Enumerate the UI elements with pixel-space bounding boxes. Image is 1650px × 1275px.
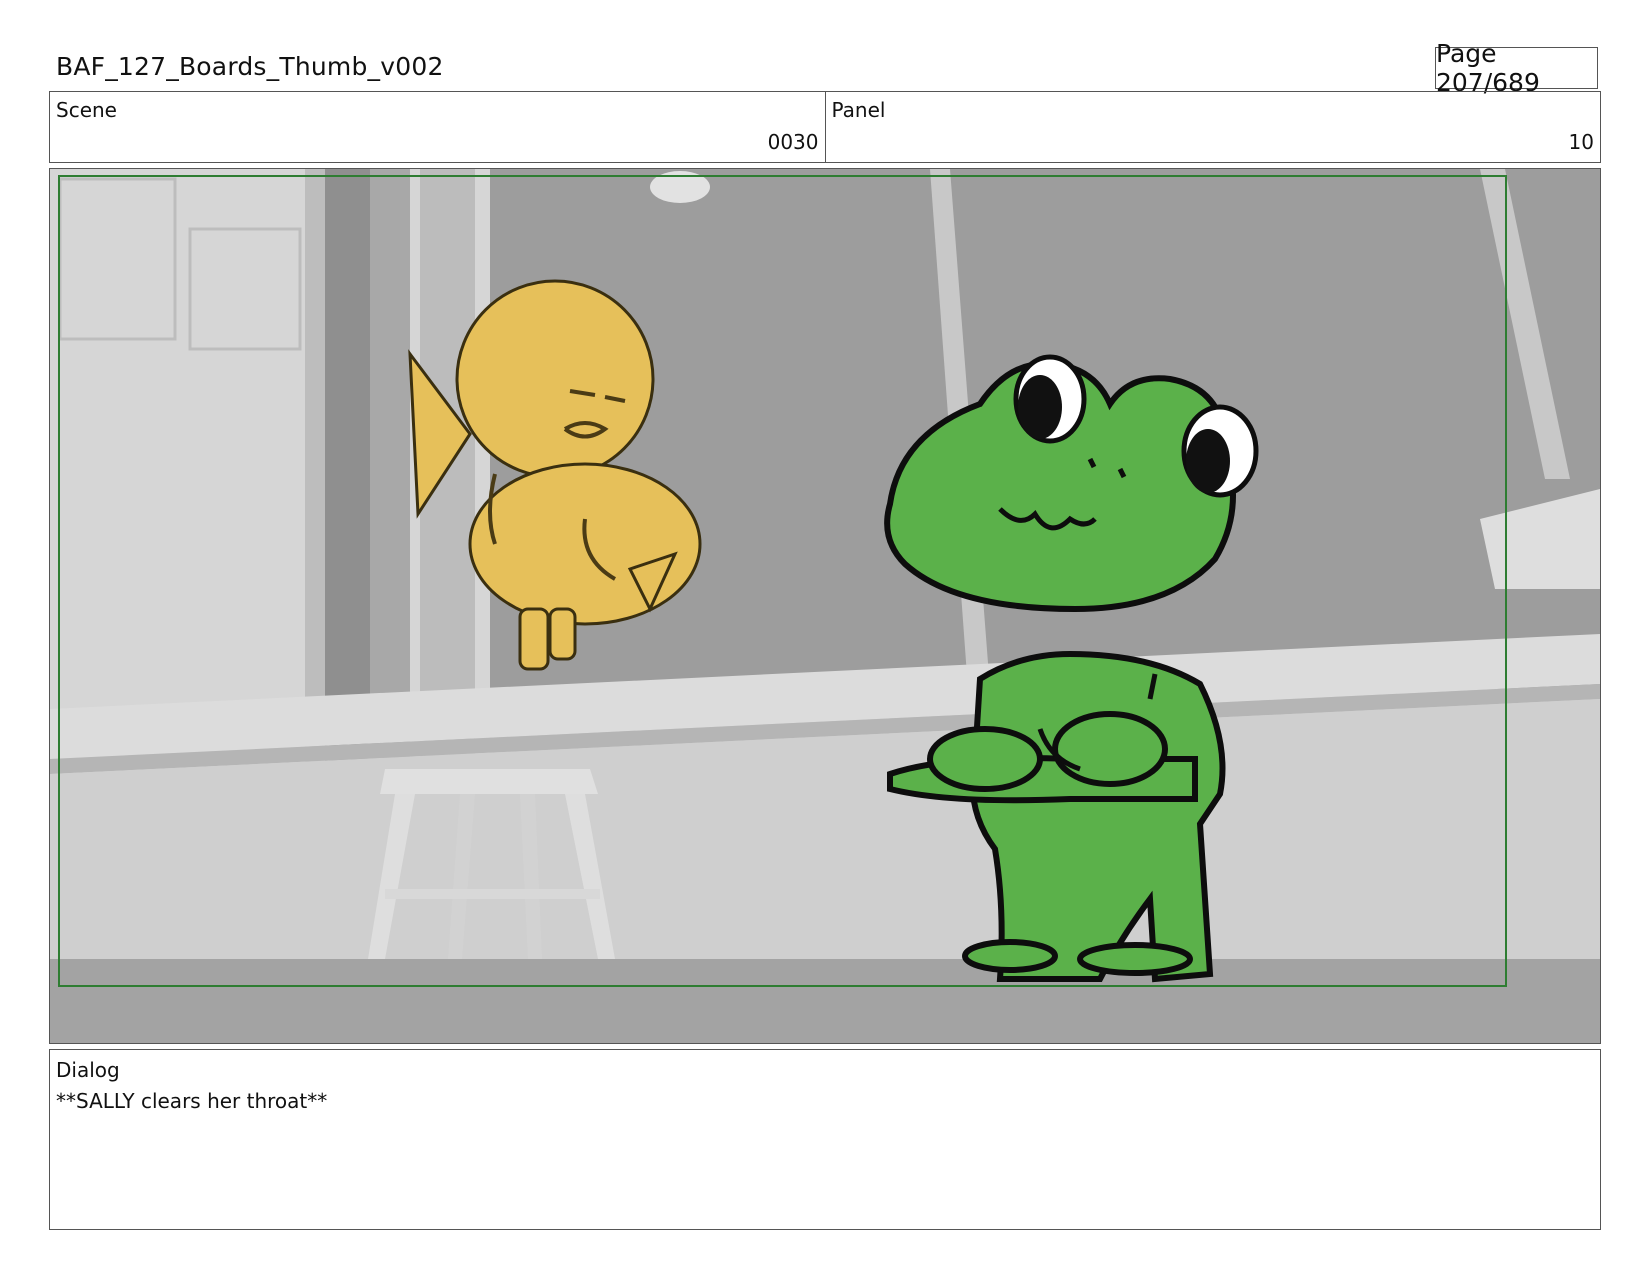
scene-panel-info: Scene 0030 Panel 10 <box>49 91 1601 163</box>
scene-label: Scene <box>56 98 117 122</box>
page-number: Page 207/689 <box>1435 39 1598 97</box>
dialog-text: **SALLY clears her throat** <box>56 1089 328 1113</box>
panel-label: Panel <box>831 98 886 122</box>
storyboard-panel-image <box>49 168 1601 1044</box>
panel-cell: Panel 10 <box>824 92 1601 162</box>
scene-number: 0030 <box>767 130 819 154</box>
scene-cell: Scene 0030 <box>50 92 825 162</box>
board-title: BAF_127_Boards_Thumb_v002 <box>56 52 444 81</box>
panel-number: 10 <box>1568 130 1594 154</box>
dialog-box: Dialog **SALLY clears her throat** <box>49 1049 1601 1230</box>
dialog-label: Dialog <box>56 1058 120 1082</box>
